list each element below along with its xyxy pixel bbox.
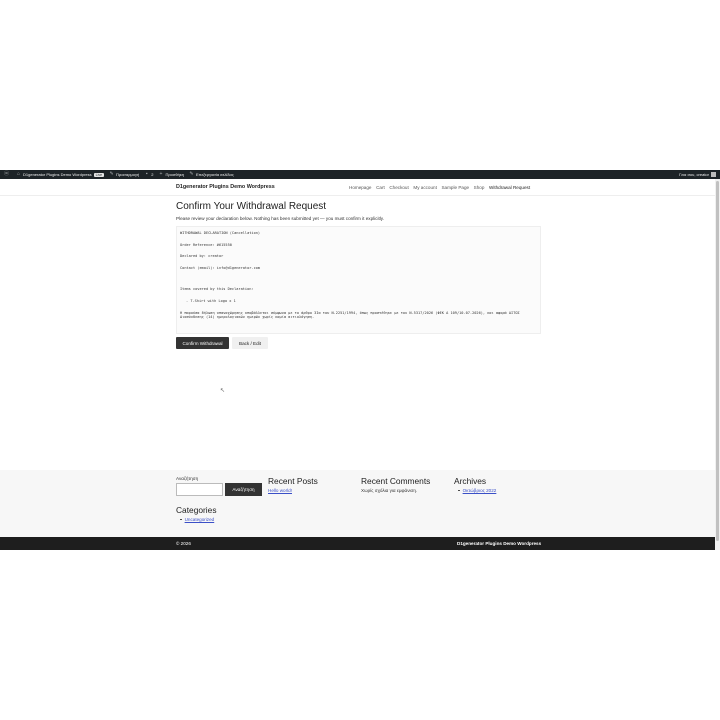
site-footer: © 2026 D1generator Plugins Demo Wordpres…	[0, 537, 715, 550]
footer-site-name[interactable]: D1generator Plugins Demo Wordpress	[457, 541, 541, 546]
scrollbar-thumb[interactable]	[716, 181, 719, 541]
wordpress-icon: ⓦ	[4, 171, 10, 177]
archives-title: Archives	[454, 476, 487, 486]
admin-customize[interactable]: ✎ Προσαρμογή	[109, 171, 140, 178]
plus-icon: +	[159, 171, 163, 177]
recent-post-link[interactable]: Hello world!	[268, 488, 318, 493]
search-input[interactable]	[176, 483, 223, 496]
action-buttons: Confirm Withdrawal Back / Edit	[176, 337, 541, 349]
recent-posts-widget: Recent Posts Hello world!	[268, 476, 318, 493]
admin-comments[interactable]: ▪ 2	[144, 171, 154, 178]
pencil-icon: ✎	[189, 171, 194, 177]
nav-item-sample-page[interactable]: Sample Page	[441, 185, 469, 190]
nav-item-cart[interactable]: Cart	[376, 185, 385, 190]
nav-item-homepage[interactable]: Homepage	[349, 185, 371, 190]
comment-icon: ▪	[145, 171, 148, 177]
archive-link[interactable]: Οκτώβριος 2022	[463, 488, 497, 493]
admin-account-menu[interactable]: Γεια σου, creator	[679, 172, 716, 177]
brush-icon: ✎	[109, 171, 114, 177]
declaration-legal-text: Η παρούσα δήλωση υπαναχώρησης υποβάλλετα…	[180, 310, 520, 319]
declaration-contact: Contact (email): info@d1generator.com	[180, 265, 261, 270]
declaration-order-ref: Order Reference: #615550	[180, 242, 232, 247]
admin-customize-label: Προσαρμογή	[116, 172, 140, 177]
search-label: Αναζήτηση	[176, 476, 199, 481]
admin-edit-page[interactable]: ✎ Επεξεργασία σελίδας	[189, 171, 234, 178]
wp-admin-bar: ⓦ ⌂ D1generator Plugins Demo Wordpress L…	[0, 170, 720, 179]
nav-item-my-account[interactable]: My account	[413, 185, 437, 190]
admin-edit-page-label: Επεξεργασία σελίδας	[196, 172, 234, 177]
wp-logo-menu[interactable]: ⓦ	[4, 172, 11, 177]
recent-comments-widget: Recent Comments Χωρίς σχόλια για εμφάνισ…	[361, 476, 430, 493]
categories-title: Categories	[176, 505, 217, 515]
admin-new-content[interactable]: + Προσθήκη	[158, 171, 185, 178]
declaration-declared-by: Declared by: creator	[180, 254, 224, 259]
admin-site-name[interactable]: ⌂ D1generator Plugins Demo Wordpress Liv…	[16, 171, 105, 177]
declaration-preview: WITHDRAWAL DECLARATION (Cancellation) Or…	[176, 226, 541, 334]
archives-widget: Archives Οκτώβριος 2022	[454, 476, 496, 493]
recent-comments-title: Recent Comments	[361, 476, 431, 486]
search-button[interactable]: Αναζήτηση	[225, 483, 262, 496]
home-icon: ⌂	[16, 171, 21, 177]
page-scrollbar[interactable]	[715, 179, 720, 550]
page-title: Confirm Your Withdrawal Request	[176, 201, 327, 212]
admin-site-name-label: D1generator Plugins Demo Wordpress	[23, 172, 92, 177]
main-navigation: Homepage Cart Checkout My account Sample…	[349, 185, 535, 190]
categories-widget: Categories Uncategorized	[176, 505, 217, 522]
back-edit-button[interactable]: Back / Edit	[232, 337, 268, 349]
nav-item-shop[interactable]: Shop	[474, 185, 485, 190]
browser-viewport: ⓦ ⌂ D1generator Plugins Demo Wordpress L…	[0, 170, 720, 550]
nav-item-withdrawal-request[interactable]: Withdrawal Request	[489, 185, 530, 190]
admin-greeting: Γεια σου, creator	[679, 172, 709, 177]
avatar	[711, 172, 716, 177]
declaration-heading: WITHDRAWAL DECLARATION (Cancellation)	[180, 231, 261, 235]
footer-copyright: © 2026	[176, 541, 191, 546]
main-content: Confirm Your Withdrawal Request Please r…	[176, 200, 541, 349]
declaration-item: - T-Shirt with Logo x 1	[186, 298, 236, 303]
admin-new-label: Προσθήκη	[165, 172, 185, 177]
admin-comments-count: 2	[151, 172, 154, 177]
no-comments-text: Χωρίς σχόλια για εμφάνιση.	[361, 488, 418, 493]
site-status-badge: Live	[93, 172, 105, 177]
nav-item-checkout[interactable]: Checkout	[389, 185, 408, 190]
footer-widgets: Αναζήτηση Αναζήτηση Recent Posts Hello w…	[0, 470, 715, 537]
declaration-items-heading: Items covered by this Declaration:	[180, 287, 254, 292]
intro-text: Please review your declaration below. No…	[176, 216, 385, 221]
declaration-spacer	[180, 277, 537, 287]
mouse-cursor-icon: ↖	[220, 388, 226, 394]
search-widget: Αναζήτηση Αναζήτηση	[176, 476, 262, 496]
site-header: D1generator Plugins Demo Wordpress Homep…	[0, 179, 715, 196]
site-title[interactable]: D1generator Plugins Demo Wordpress	[176, 184, 275, 190]
recent-posts-title: Recent Posts	[268, 476, 318, 486]
confirm-withdrawal-button[interactable]: Confirm Withdrawal	[176, 337, 229, 349]
category-link[interactable]: Uncategorized	[185, 517, 215, 522]
